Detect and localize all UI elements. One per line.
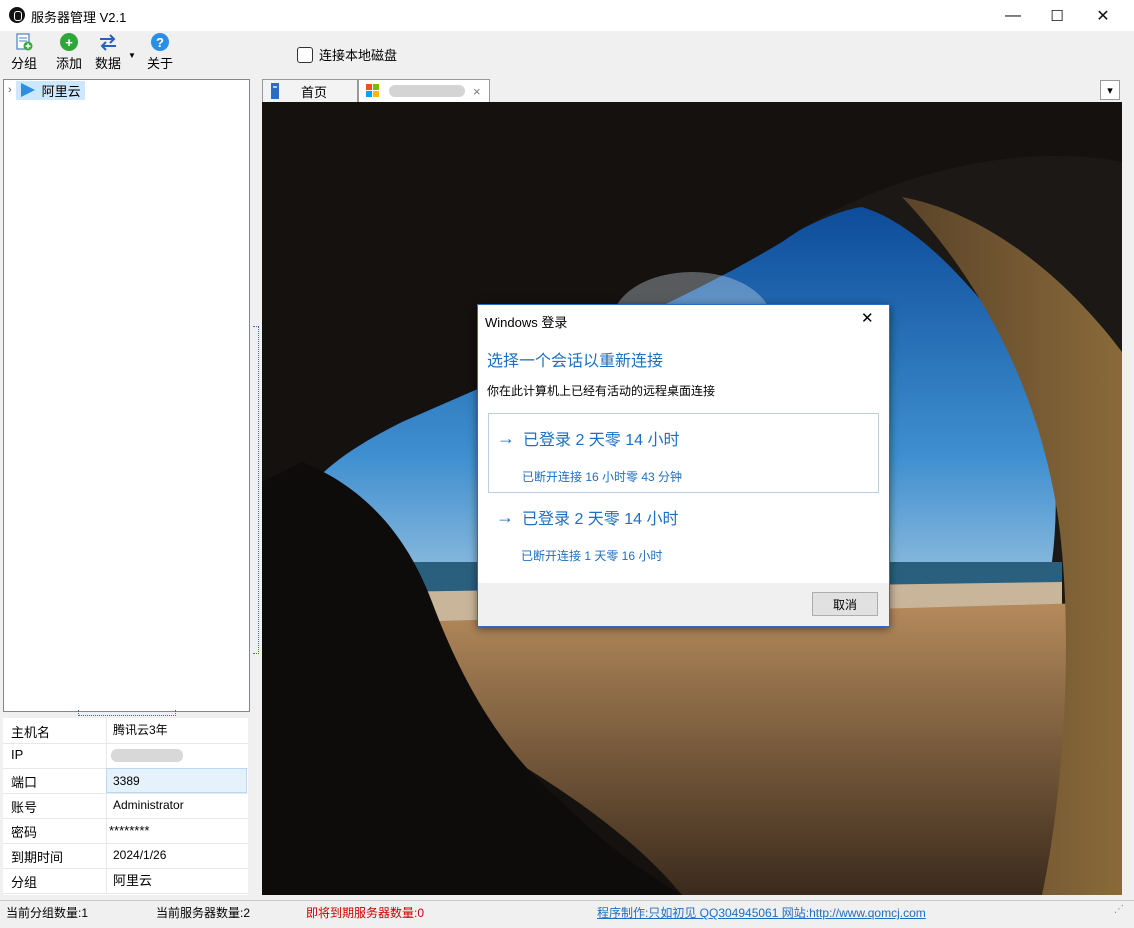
horizontal-splitter[interactable]	[78, 710, 176, 716]
add-button[interactable]: + 添加	[56, 33, 82, 72]
about-button[interactable]: ? 关于	[147, 33, 173, 72]
session-option[interactable]: → 已登录 2 天零 14 小时 已断开连接 16 小时零 43 分钟	[488, 413, 879, 493]
prop-row-ip[interactable]: IP	[3, 743, 248, 769]
toolbar: 分组 + 添加 数据 ▼ ? 关于 连接本地磁盘	[0, 31, 1134, 77]
prop-row-port[interactable]: 端口 3389	[3, 768, 248, 794]
about-label: 关于	[147, 56, 174, 71]
server-tree[interactable]: › 阿里云	[3, 79, 250, 712]
session-subtitle: 已断开连接 1 天零 16 小时	[521, 549, 663, 563]
local-disk-checkbox[interactable]: 连接本地磁盘	[297, 45, 397, 64]
tree-node-label: 阿里云	[41, 83, 81, 99]
cancel-button[interactable]: 取消	[812, 592, 878, 616]
server-count-status: 当前服务器数量:2	[156, 906, 251, 920]
arrow-right-icon: →	[497, 427, 515, 448]
redacted-tab-label	[389, 85, 465, 97]
session-subtitle: 已断开连接 16 小时零 43 分钟	[522, 470, 683, 484]
group-button[interactable]: 分组	[11, 33, 37, 72]
title-bar: 服务器管理 V2.1 — ☐ ✕	[0, 0, 1134, 31]
tree-node-aliyun[interactable]: › 阿里云	[8, 80, 85, 100]
group-count-status: 当前分组数量:1	[6, 906, 89, 920]
tab-home[interactable]: 首页	[262, 79, 358, 102]
close-button[interactable]: ✕	[1080, 0, 1126, 31]
local-disk-label: 连接本地磁盘	[319, 48, 398, 63]
prop-value[interactable]: 3389	[106, 768, 247, 793]
tab-strip: 首页 × ▾	[262, 79, 1122, 102]
properties-grid: 主机名 腾讯云3年 IP 端口 3389 账号 Administrator 密码…	[3, 718, 248, 895]
group-icon	[16, 33, 33, 51]
prop-key: IP	[11, 747, 24, 762]
data-button[interactable]: 数据	[95, 33, 121, 72]
dialog-description: 你在此计算机上已经有活动的远程桌面连接	[487, 384, 716, 398]
play-arrow-icon	[20, 83, 35, 97]
prop-key: 分组	[11, 875, 38, 890]
group-label: 分组	[11, 56, 38, 71]
prop-row-account[interactable]: 账号 Administrator	[3, 793, 248, 819]
redacted-ip-blur	[111, 749, 183, 762]
vertical-splitter[interactable]	[253, 326, 259, 654]
prop-key: 到期时间	[11, 850, 64, 865]
app-logo-icon	[9, 7, 25, 23]
prop-row-group[interactable]: 分组 阿里云	[3, 868, 248, 894]
arrow-right-icon: →	[496, 506, 514, 527]
checkbox-box[interactable]	[297, 46, 313, 63]
session-title: 已登录 2 天零 14 小时	[523, 432, 680, 449]
session-title-row: → 已登录 2 天零 14 小时	[497, 426, 679, 450]
session-title: 已登录 2 天零 14 小时	[522, 511, 679, 528]
add-icon: +	[60, 33, 78, 51]
prop-value[interactable]: ********	[106, 818, 247, 843]
credits-link[interactable]: 程序制作:只如初见 QQ304945061 网站:http://www.qomc…	[597, 904, 926, 921]
session-option[interactable]: → 已登录 2 天零 14 小时 已断开连接 1 天零 16 小时	[488, 493, 877, 571]
windows-login-dialog: Windows 登录 ✕ 选择一个会话以重新连接 你在此计算机上已经有活动的远程…	[477, 304, 890, 627]
resize-grip-icon[interactable]: ⋰	[1114, 904, 1124, 915]
prop-row-password[interactable]: 密码 ********	[3, 818, 248, 844]
status-bar: 当前分组数量:1 当前服务器数量:2 即将到期服务器数量:0 程序制作:只如初见…	[0, 900, 1134, 928]
add-label: 添加	[56, 56, 83, 71]
tab-list-dropdown[interactable]: ▾	[1100, 80, 1120, 100]
windows-logo-icon	[366, 84, 379, 97]
dialog-heading: 选择一个会话以重新连接	[487, 353, 664, 370]
minimize-button[interactable]: —	[990, 0, 1036, 31]
dialog-footer: 取消	[478, 583, 889, 626]
tab-remote-session[interactable]: ×	[358, 79, 490, 102]
data-dropdown-arrow-icon[interactable]: ▼	[128, 51, 136, 60]
tab-close-icon[interactable]: ×	[473, 84, 481, 99]
dialog-close-button[interactable]: ✕	[861, 309, 874, 327]
data-transfer-icon	[100, 34, 116, 51]
data-label: 数据	[95, 56, 122, 71]
prop-key: 主机名	[11, 725, 51, 740]
window-title: 服务器管理 V2.1	[31, 10, 127, 25]
prop-value[interactable]: 腾讯云3年	[106, 718, 247, 743]
tree-node-selection[interactable]: 阿里云	[15, 80, 85, 100]
prop-key: 密码	[11, 825, 38, 840]
maximize-button[interactable]: ☐	[1034, 0, 1080, 31]
session-title-row: → 已登录 2 天零 14 小时	[496, 505, 678, 529]
prop-row-hostname[interactable]: 主机名 腾讯云3年	[3, 718, 248, 744]
expand-chevron-icon[interactable]: ›	[8, 84, 12, 96]
expiring-count-status: 即将到期服务器数量:0	[306, 906, 425, 920]
prop-key: 端口	[11, 775, 38, 790]
prop-row-expiry[interactable]: 到期时间 2024/1/26	[3, 843, 248, 869]
prop-value[interactable]: Administrator	[106, 793, 247, 818]
prop-key: 账号	[11, 800, 38, 815]
help-icon: ?	[151, 33, 169, 51]
prop-value[interactable]: 阿里云	[106, 868, 247, 893]
tab-home-label: 首页	[301, 84, 328, 100]
dialog-title: Windows 登录	[485, 315, 568, 330]
prop-value[interactable]: 2024/1/26	[106, 843, 247, 868]
server-tower-icon	[271, 83, 279, 99]
